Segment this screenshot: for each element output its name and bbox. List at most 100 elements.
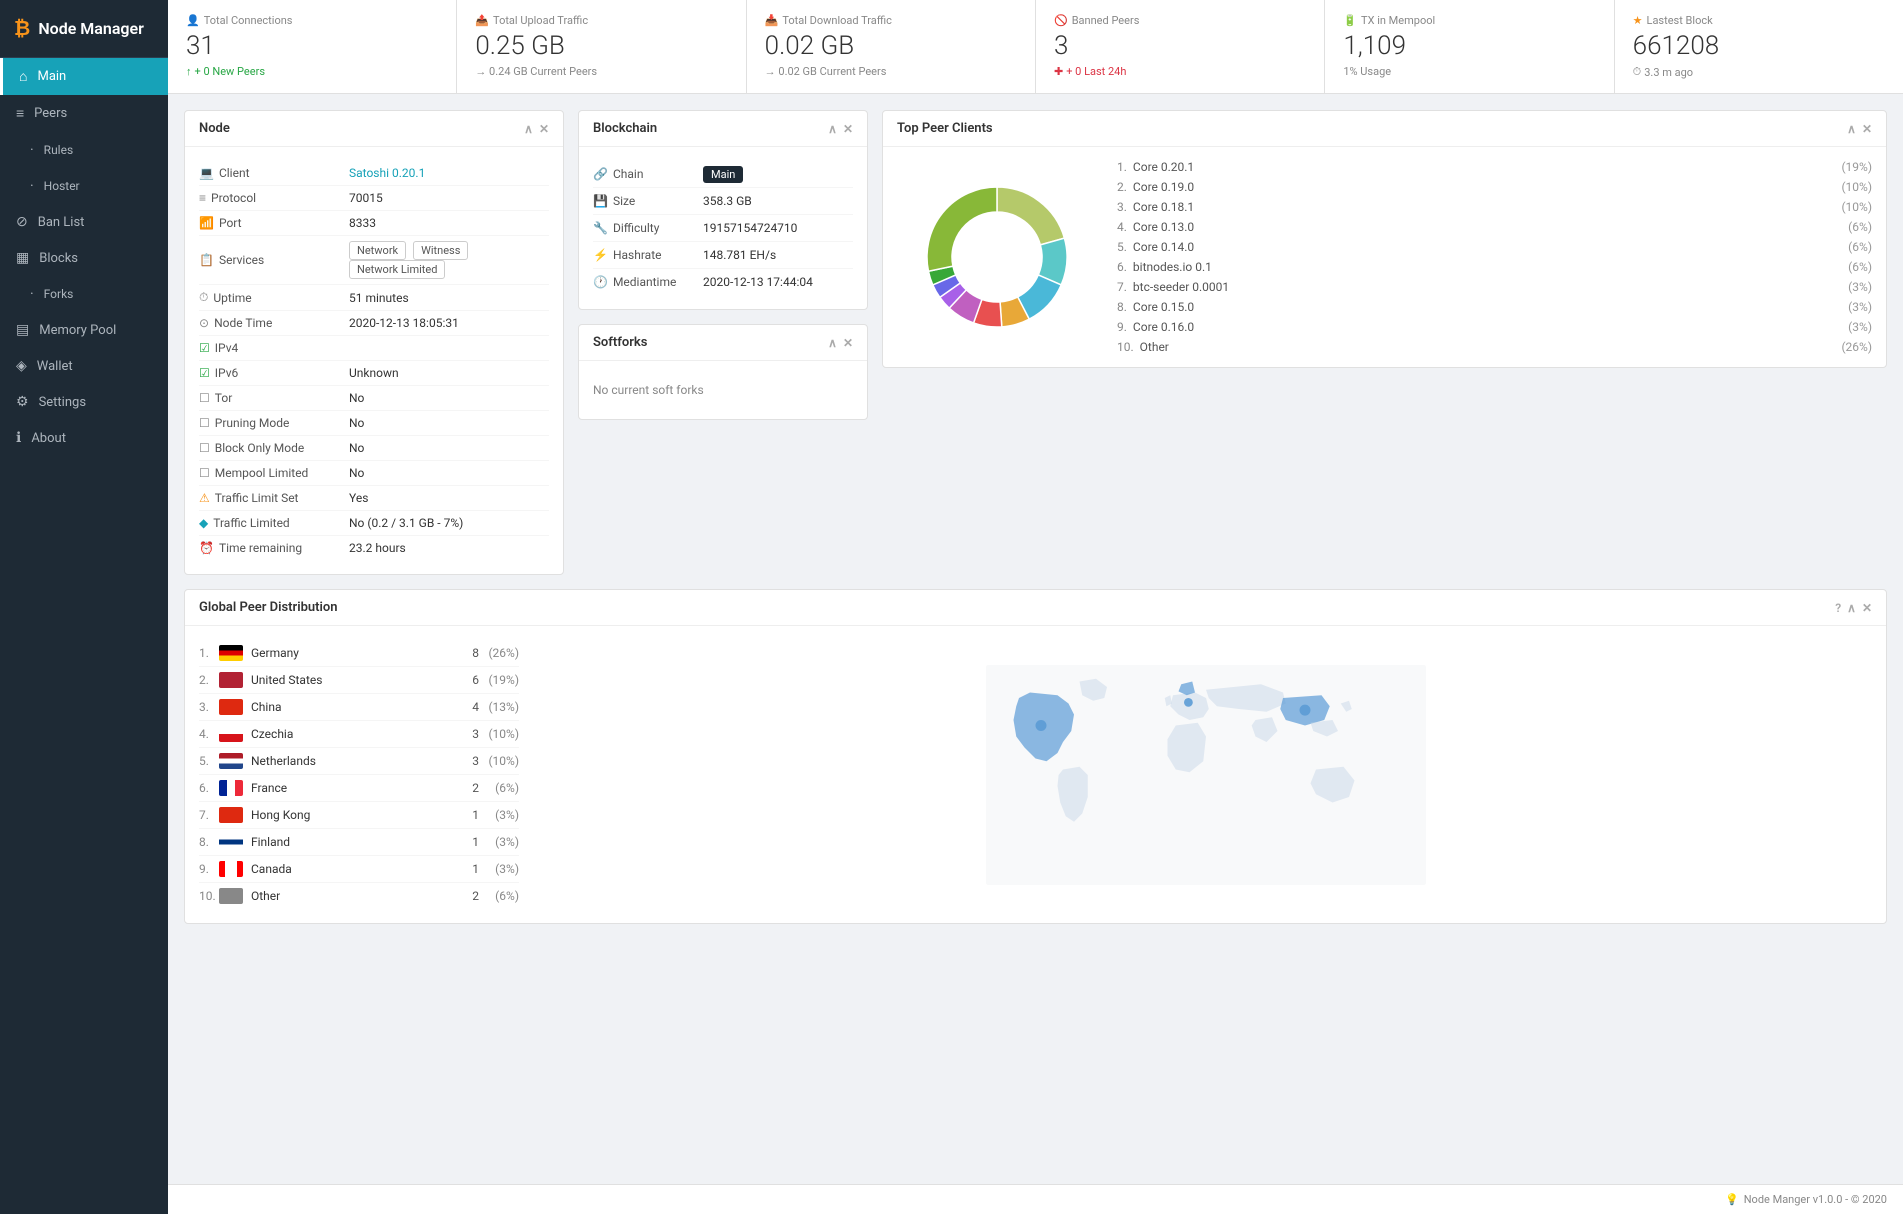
flag-de	[219, 645, 243, 661]
battery-icon: 🔋	[1343, 14, 1357, 27]
stat-banned: 🚫 Banned Peers 3 ✚ + 0 Last 24h	[1036, 0, 1325, 93]
bc-row-chain: 🔗Chain Main	[593, 161, 853, 188]
node-panel-body: 💻Client Satoshi 0.20.1 ≡Protocol 70015 📶…	[185, 147, 563, 574]
sidebar-item-hoster[interactable]: · Hoster	[0, 168, 168, 204]
bc-row-hashrate: ⚡Hashrate 148.781 EH/s	[593, 242, 853, 269]
flag-nl	[219, 753, 243, 769]
collapse-icon[interactable]: ∧	[828, 336, 837, 350]
softforks-controls[interactable]: ∧ ✕	[828, 336, 853, 350]
country-row-us: 2. United States 6 (19%)	[199, 667, 519, 694]
close-icon[interactable]: ✕	[843, 122, 853, 136]
close-icon[interactable]: ✕	[843, 336, 853, 350]
stat-block-label: ★ Lastest Block	[1633, 14, 1885, 27]
node-row-uptime: ⏱Uptime 51 minutes	[199, 285, 549, 311]
world-map-svg	[886, 665, 1526, 885]
badge-network: Network	[349, 241, 406, 260]
country-row-ca: 9. Canada 1 (3%)	[199, 856, 519, 883]
collapse-icon[interactable]: ∧	[1847, 601, 1856, 615]
stat-mempool-label: 🔋 TX in Mempool	[1343, 14, 1595, 27]
chain-badge: Main	[703, 166, 743, 183]
flag-other	[219, 888, 243, 904]
sidebar-label-memorypool: Memory Pool	[39, 323, 116, 338]
sidebar-item-memorypool[interactable]: ▤ Memory Pool	[0, 312, 168, 348]
collapse-icon[interactable]: ∧	[828, 122, 837, 136]
sidebar-item-rules[interactable]: · Rules	[0, 132, 168, 168]
flag-fi	[219, 834, 243, 850]
collapse-icon[interactable]: ∧	[1847, 122, 1856, 136]
peer-row-7: 7.btc-seeder 0.0001(3%)	[1117, 277, 1872, 297]
peer-clients-title: Top Peer Clients	[897, 121, 993, 136]
upload-icon: 📤	[475, 14, 489, 27]
sidebar-item-settings[interactable]: ⚙ Settings	[0, 384, 168, 420]
app-logo: ₿ Node Manager	[0, 0, 168, 58]
stat-download-value: 0.02 GB	[765, 31, 1017, 62]
peer-row-9: 9.Core 0.16.0(3%)	[1117, 317, 1872, 337]
footer-text: Node Manger v1.0.0 - © 2020	[1744, 1193, 1887, 1206]
country-list: 1. Germany 8 (26%) 2. United States 6 (1…	[199, 640, 519, 909]
blockchain-controls[interactable]: ∧ ✕	[828, 122, 853, 136]
stat-connections: 👤 Total Connections 31 ↑ + 0 New Peers	[168, 0, 457, 93]
sidebar-label-about: About	[31, 431, 66, 446]
country-row-de: 1. Germany 8 (26%)	[199, 640, 519, 667]
peer-row-8: 8.Core 0.15.0(3%)	[1117, 297, 1872, 317]
node-row-protocol: ≡Protocol 70015	[199, 186, 549, 211]
node-panel-controls[interactable]: ∧ ✕	[524, 122, 549, 136]
country-row-nl: 5. Netherlands 3 (10%)	[199, 748, 519, 775]
close-icon[interactable]: ✕	[1862, 122, 1872, 136]
peer-row-1: 1.Core 0.20.1(19%)	[1117, 157, 1872, 177]
peer-clients-controls[interactable]: ∧ ✕	[1847, 122, 1872, 136]
blockchain-panel-body: 🔗Chain Main 💾Size 358.3 GB 🔧Difficulty 1…	[579, 147, 867, 309]
connections-icon: 👤	[186, 14, 200, 27]
badge-witness: Witness	[413, 241, 468, 260]
node-row-timeremaining: ⏰Time remaining 23.2 hours	[199, 536, 549, 560]
footer: 💡 Node Manger v1.0.0 - © 2020	[168, 1184, 1903, 1214]
blockchain-panel-header: Blockchain ∧ ✕	[579, 111, 867, 147]
peer-row-4: 4.Core 0.13.0(6%)	[1117, 217, 1872, 237]
stat-connections-sub: ↑ + 0 New Peers	[186, 65, 438, 78]
badge-network-limited: Network Limited	[349, 260, 445, 279]
red-plus-icon: ✚	[1054, 65, 1063, 78]
rules-icon: ·	[30, 142, 34, 158]
sidebar-item-blocks[interactable]: ▦ Blocks	[0, 240, 168, 276]
stat-mempool: 🔋 TX in Mempool 1,109 1% Usage	[1325, 0, 1614, 93]
content-area: Node ∧ ✕ 💻Client Satoshi 0.20.1 ≡Protoco…	[168, 94, 1903, 1184]
peer-row-6: 6.bitnodes.io 0.1(6%)	[1117, 257, 1872, 277]
softforks-message: No current soft forks	[593, 375, 853, 405]
flag-fr	[219, 780, 243, 796]
node-row-trafficlimited: ◆Traffic Limited No (0.2 / 3.1 GB - 7%)	[199, 511, 549, 536]
sidebar-item-wallet[interactable]: ◈ Wallet	[0, 348, 168, 384]
stat-connections-value: 31	[186, 31, 438, 62]
sidebar-label-main: Main	[37, 69, 66, 84]
stats-bar: 👤 Total Connections 31 ↑ + 0 New Peers 📤…	[168, 0, 1903, 94]
bc-row-difficulty: 🔧Difficulty 19157154724710	[593, 215, 853, 242]
stat-upload: 📤 Total Upload Traffic 0.25 GB → 0.24 GB…	[457, 0, 746, 93]
stat-block-value: 661208	[1633, 31, 1885, 62]
stat-block-sub: ⏱ 3.3 m ago	[1633, 65, 1885, 79]
sidebar-item-main[interactable]: ⌂ Main	[0, 58, 168, 95]
node-row-blockonly: ☐Block Only Mode No	[199, 436, 549, 461]
geopeer-title: Global Peer Distribution	[199, 600, 338, 615]
star-icon: ★	[1633, 14, 1643, 27]
help-icon[interactable]: ?	[1835, 601, 1841, 615]
close-icon[interactable]: ✕	[1862, 601, 1872, 615]
sidebar-item-about[interactable]: ℹ About	[0, 420, 168, 456]
forks-icon: ·	[30, 286, 34, 302]
softforks-title: Softforks	[593, 335, 647, 350]
sidebar-item-banlist[interactable]: ⊘ Ban List	[0, 204, 168, 240]
sidebar-label-wallet: Wallet	[37, 359, 73, 374]
close-icon[interactable]: ✕	[539, 122, 549, 136]
geopeer-body: 1. Germany 8 (26%) 2. United States 6 (1…	[185, 626, 1886, 923]
sidebar-item-peers[interactable]: ≡ Peers	[0, 95, 168, 132]
node-panel: Node ∧ ✕ 💻Client Satoshi 0.20.1 ≡Protoco…	[184, 110, 564, 575]
geopeer-controls[interactable]: ? ∧ ✕	[1835, 601, 1872, 615]
peer-row-3: 3.Core 0.18.1(10%)	[1117, 197, 1872, 217]
top-panels: Node ∧ ✕ 💻Client Satoshi 0.20.1 ≡Protoco…	[184, 110, 1887, 575]
node-title: Node	[199, 121, 230, 136]
sidebar-label-blocks: Blocks	[39, 251, 78, 266]
geopeer-panel: Global Peer Distribution ? ∧ ✕ 1. German…	[184, 589, 1887, 924]
flag-us	[219, 672, 243, 688]
collapse-icon[interactable]: ∧	[524, 122, 533, 136]
sidebar-item-forks[interactable]: · Forks	[0, 276, 168, 312]
node-row-nodetime: ⊙Node Time 2020-12-13 18:05:31	[199, 311, 549, 336]
peer-row-10: 10.Other(26%)	[1117, 337, 1872, 357]
